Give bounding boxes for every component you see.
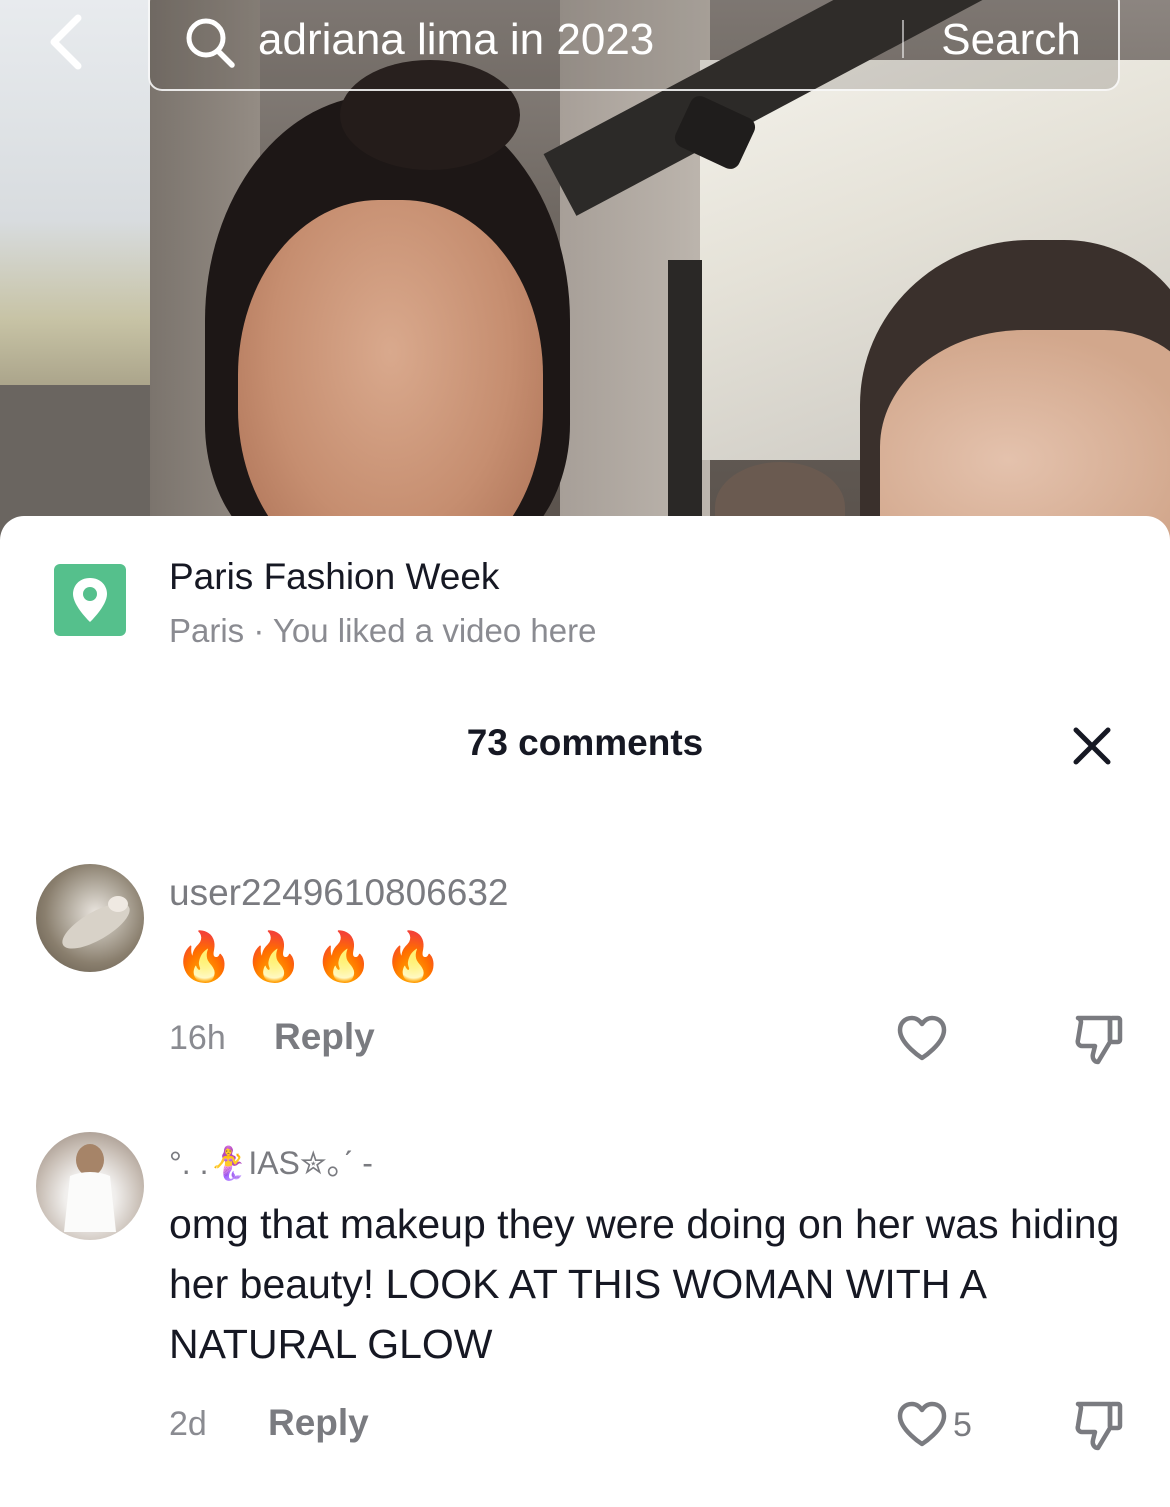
location-subtitle: Paris · You liked a video here [169, 612, 597, 649]
comment-time: 2d [169, 1405, 207, 1443]
search-icon [182, 14, 238, 70]
dislike-button[interactable] [1070, 1012, 1126, 1068]
person-face [238, 200, 543, 540]
comment-time: 16h [169, 1019, 226, 1057]
heart-outline-icon [897, 1401, 947, 1447]
reply-button[interactable]: Reply [274, 1016, 375, 1058]
avatar[interactable] [36, 864, 144, 972]
comments-sheet: Paris Fashion Week Paris · You liked a v… [0, 516, 1170, 1507]
chevron-left-icon [50, 14, 82, 70]
like-button[interactable] [894, 1014, 950, 1064]
comment-text: omg that makeup they were doing on her w… [169, 1201, 1120, 1367]
location-pin-icon [54, 564, 126, 636]
search-input[interactable] [258, 12, 878, 68]
comment-username[interactable]: °. .🧜‍♀️IAS✮｡ˊ - [169, 1138, 373, 1184]
background-post [668, 260, 702, 540]
comment-text: 🔥🔥🔥🔥 [174, 931, 454, 984]
close-icon [1073, 727, 1111, 765]
search-button[interactable]: Search [920, 10, 1102, 70]
location-row[interactable]: Paris Fashion Week Paris · You liked a v… [0, 516, 1170, 676]
comment-username[interactable]: user2249610806632 [169, 872, 509, 914]
comment-item: user2249610806632 🔥🔥🔥🔥 16h Reply [0, 864, 1170, 1084]
dislike-button[interactable] [1070, 1398, 1126, 1454]
comment-item: °. .🧜‍♀️IAS✮｡ˊ - omg that makeup they we… [0, 1132, 1170, 1462]
close-button[interactable] [1066, 720, 1118, 772]
comments-count: 73 comments [466, 722, 704, 763]
thumbs-down-icon [1075, 1015, 1123, 1065]
avatar[interactable] [36, 1132, 144, 1240]
search-divider [902, 20, 904, 58]
location-title: Paris Fashion Week [169, 556, 500, 597]
reply-button[interactable]: Reply [268, 1402, 369, 1444]
heart-outline-icon [897, 1015, 947, 1061]
second-person-face [880, 330, 1170, 540]
thumbs-down-icon [1075, 1401, 1123, 1451]
like-count: 5 [953, 1406, 972, 1444]
back-button[interactable] [40, 8, 100, 72]
like-button[interactable] [894, 1400, 950, 1450]
